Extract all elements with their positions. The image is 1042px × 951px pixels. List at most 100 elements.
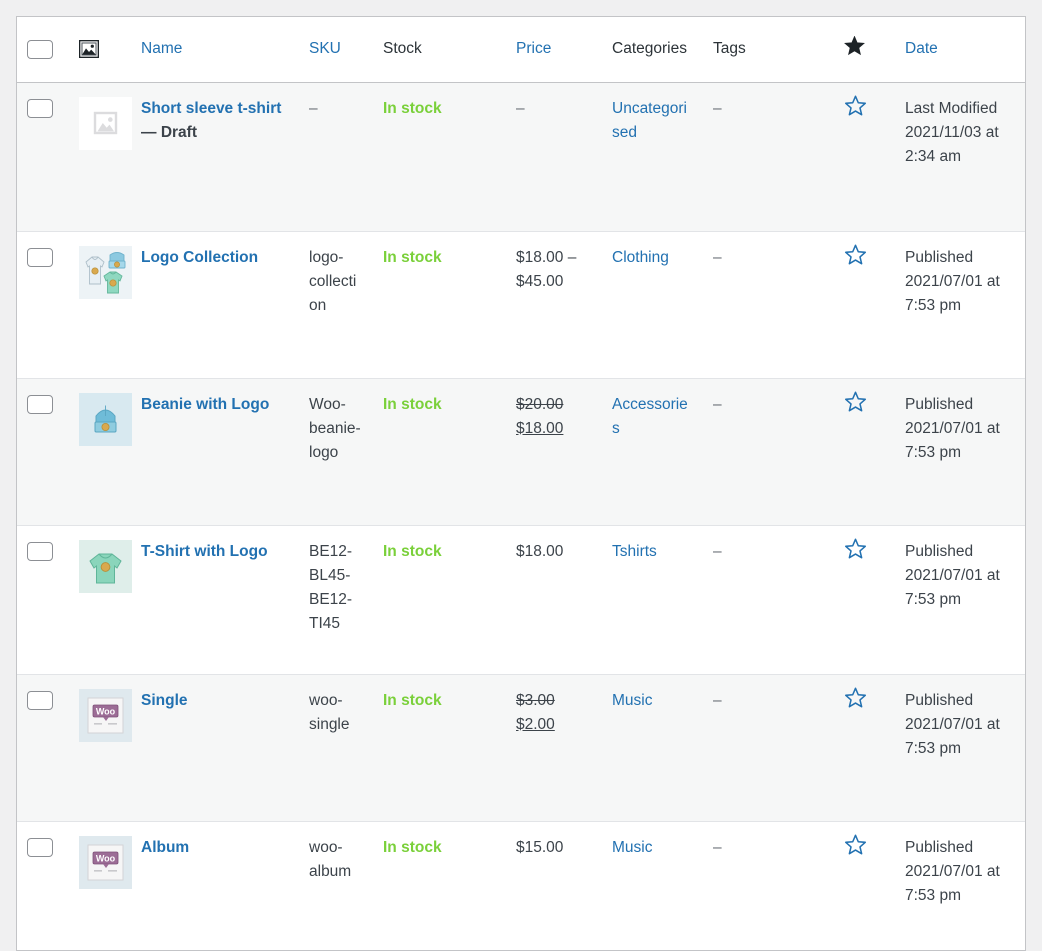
stock-column-label: Stock (383, 40, 422, 57)
category-link[interactable]: Music (612, 839, 652, 856)
sku-column-label: SKU (309, 40, 341, 57)
row-checkbox[interactable] (27, 99, 53, 118)
category-link[interactable]: Clothing (612, 249, 669, 266)
product-sku-cell: Woo-beanie-logo (299, 378, 373, 525)
products-table: Name SKU Stock Price Categories Tags (17, 17, 1025, 950)
product-name-link[interactable]: Album (141, 839, 189, 856)
categories-column-header: Categories (602, 17, 703, 82)
date-value: 2021/07/01 at 7:53 pm (905, 420, 1000, 461)
date-value: 2021/07/01 at 7:53 pm (905, 863, 1000, 904)
tags-column-header: Tags (703, 17, 834, 82)
star-outline-icon[interactable] (844, 391, 867, 413)
product-image-cell[interactable]: Woo (69, 821, 131, 950)
categories-column-label: Categories (612, 40, 687, 57)
star-outline-icon[interactable] (844, 538, 867, 560)
product-name-link[interactable]: Short sleeve t-shirt (141, 100, 281, 117)
product-stock-cell: In stock (373, 525, 506, 674)
date-value: 2021/07/01 at 7:53 pm (905, 567, 1000, 608)
product-price-cell: $20.00$18.00 (506, 378, 602, 525)
tags-column-label: Tags (713, 40, 746, 57)
product-thumbnail[interactable] (79, 97, 132, 150)
product-price-cell: $18.00 – $45.00 (506, 231, 602, 378)
product-thumbnail[interactable] (79, 393, 132, 446)
row-checkbox[interactable] (27, 691, 53, 710)
star-outline-icon[interactable] (844, 687, 867, 709)
table-row[interactable]: Short sleeve t-shirt — Draft–In stock–Un… (17, 82, 1025, 231)
product-image-cell[interactable] (69, 525, 131, 674)
stock-status-badge: In stock (383, 543, 442, 560)
product-price: $15.00 (516, 839, 563, 856)
table-row[interactable]: Logo Collection logo-collection In stock $1… (17, 231, 1025, 378)
date-status-label: Published (905, 692, 973, 709)
product-date-cell: Published 2021/07/01 at 7:53 pm (895, 525, 1025, 674)
date-column-label: Date (905, 40, 938, 57)
select-all-checkbox[interactable] (27, 40, 53, 59)
sku-column-header[interactable]: SKU (299, 17, 373, 82)
stock-status-badge: In stock (383, 249, 442, 266)
product-categories-cell: Accessories (602, 378, 703, 525)
product-stock-cell: In stock (373, 674, 506, 821)
product-name-link[interactable]: T-Shirt with Logo (141, 543, 268, 560)
row-checkbox[interactable] (27, 395, 53, 414)
date-column-header[interactable]: Date (895, 17, 1025, 82)
select-all-column-header (17, 17, 69, 82)
date-status-label: Published (905, 396, 973, 413)
product-price: $18.00 (516, 543, 563, 560)
product-image-cell[interactable] (69, 82, 131, 231)
product-name-link[interactable]: Beanie with Logo (141, 396, 269, 413)
category-link[interactable]: Uncategorised (612, 100, 687, 141)
date-value: 2021/07/01 at 7:53 pm (905, 273, 1000, 314)
row-checkbox[interactable] (27, 838, 53, 857)
category-link[interactable]: Music (612, 692, 652, 709)
product-sku-cell: logo-collection (299, 231, 373, 378)
product-categories-cell: Music (602, 674, 703, 821)
table-header: Name SKU Stock Price Categories Tags (17, 17, 1025, 82)
product-sku-cell: woo-single (299, 674, 373, 821)
regular-price: $3.00 (516, 689, 592, 713)
table-row[interactable]: T-Shirt with LogoBE12-BL45-BE12-TI45In s… (17, 525, 1025, 674)
product-name-cell: Short sleeve t-shirt — Draft (131, 82, 299, 231)
products-list-table-panel: Name SKU Stock Price Categories Tags (16, 16, 1026, 951)
product-date-cell: Published 2021/07/01 at 7:53 pm (895, 231, 1025, 378)
star-outline-icon[interactable] (844, 834, 867, 856)
product-price-cell: $18.00 (506, 525, 602, 674)
date-status-label: Published (905, 839, 973, 856)
product-tags-cell: – (703, 525, 834, 674)
sale-price: $2.00 (516, 713, 592, 737)
product-image-cell[interactable]: Woo (69, 674, 131, 821)
row-select-cell (17, 231, 69, 378)
star-outline-icon[interactable] (844, 95, 867, 117)
product-name-link[interactable]: Single (141, 692, 188, 709)
price-column-header[interactable]: Price (506, 17, 602, 82)
row-select-cell (17, 378, 69, 525)
table-row[interactable]: Beanie with Logo Woo-beanie-logoIn stock$… (17, 378, 1025, 525)
logo-collection-product-image (79, 246, 132, 299)
row-checkbox[interactable] (27, 248, 53, 267)
product-date-cell: Published 2021/07/01 at 7:53 pm (895, 378, 1025, 525)
product-image-cell[interactable] (69, 231, 131, 378)
star-filled-icon (844, 36, 865, 56)
product-thumbnail[interactable]: Woo (79, 836, 132, 889)
product-thumbnail[interactable] (79, 246, 132, 299)
name-column-label: Name (141, 40, 182, 57)
product-price-cell: $3.00$2.00 (506, 674, 602, 821)
image-icon (79, 40, 99, 58)
name-column-header[interactable]: Name (131, 17, 299, 82)
product-tags-cell: – (703, 674, 834, 821)
product-image-cell[interactable] (69, 378, 131, 525)
featured-column-header (834, 17, 895, 82)
row-checkbox[interactable] (27, 542, 53, 561)
category-link[interactable]: Accessories (612, 396, 688, 437)
product-name-link[interactable]: Logo Collection (141, 249, 258, 266)
date-value: 2021/11/03 at 2:34 am (905, 124, 999, 165)
product-date-cell: Published 2021/07/01 at 7:53 pm (895, 821, 1025, 950)
product-price-cell: – (506, 82, 602, 231)
image-column-header (69, 17, 131, 82)
category-link[interactable]: Tshirts (612, 543, 657, 560)
product-thumbnail[interactable] (79, 540, 132, 593)
star-outline-icon[interactable] (844, 244, 867, 266)
product-thumbnail[interactable]: Woo (79, 689, 132, 742)
table-row[interactable]: Woo Albumwoo-albumIn stock$15.00Music– P… (17, 821, 1025, 950)
product-stock-cell: In stock (373, 378, 506, 525)
table-row[interactable]: Woo Singlewoo-singleIn stock$3.00$2.00Mu… (17, 674, 1025, 821)
